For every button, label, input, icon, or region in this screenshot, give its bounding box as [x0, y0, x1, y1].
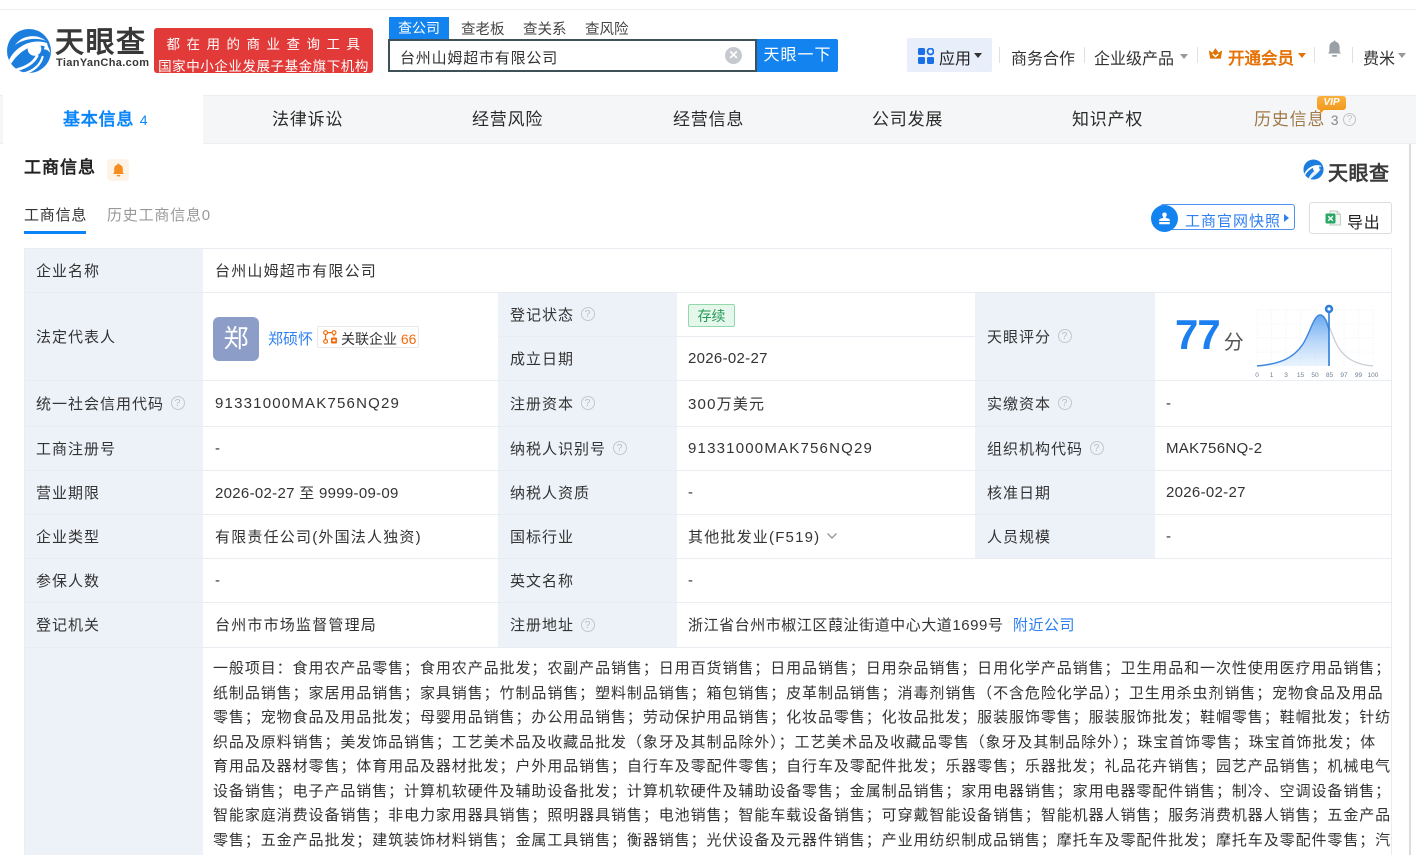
svg-text:97: 97: [1340, 372, 1348, 379]
svg-text:50: 50: [1311, 372, 1319, 379]
svg-text:1: 1: [1270, 372, 1274, 379]
svg-text:85: 85: [1326, 372, 1334, 379]
svg-text:3: 3: [1284, 372, 1288, 379]
svg-text:99: 99: [1355, 372, 1363, 379]
svg-text:0: 0: [1255, 372, 1259, 379]
svg-text:15: 15: [1297, 372, 1305, 379]
svg-text:100: 100: [1368, 372, 1379, 379]
